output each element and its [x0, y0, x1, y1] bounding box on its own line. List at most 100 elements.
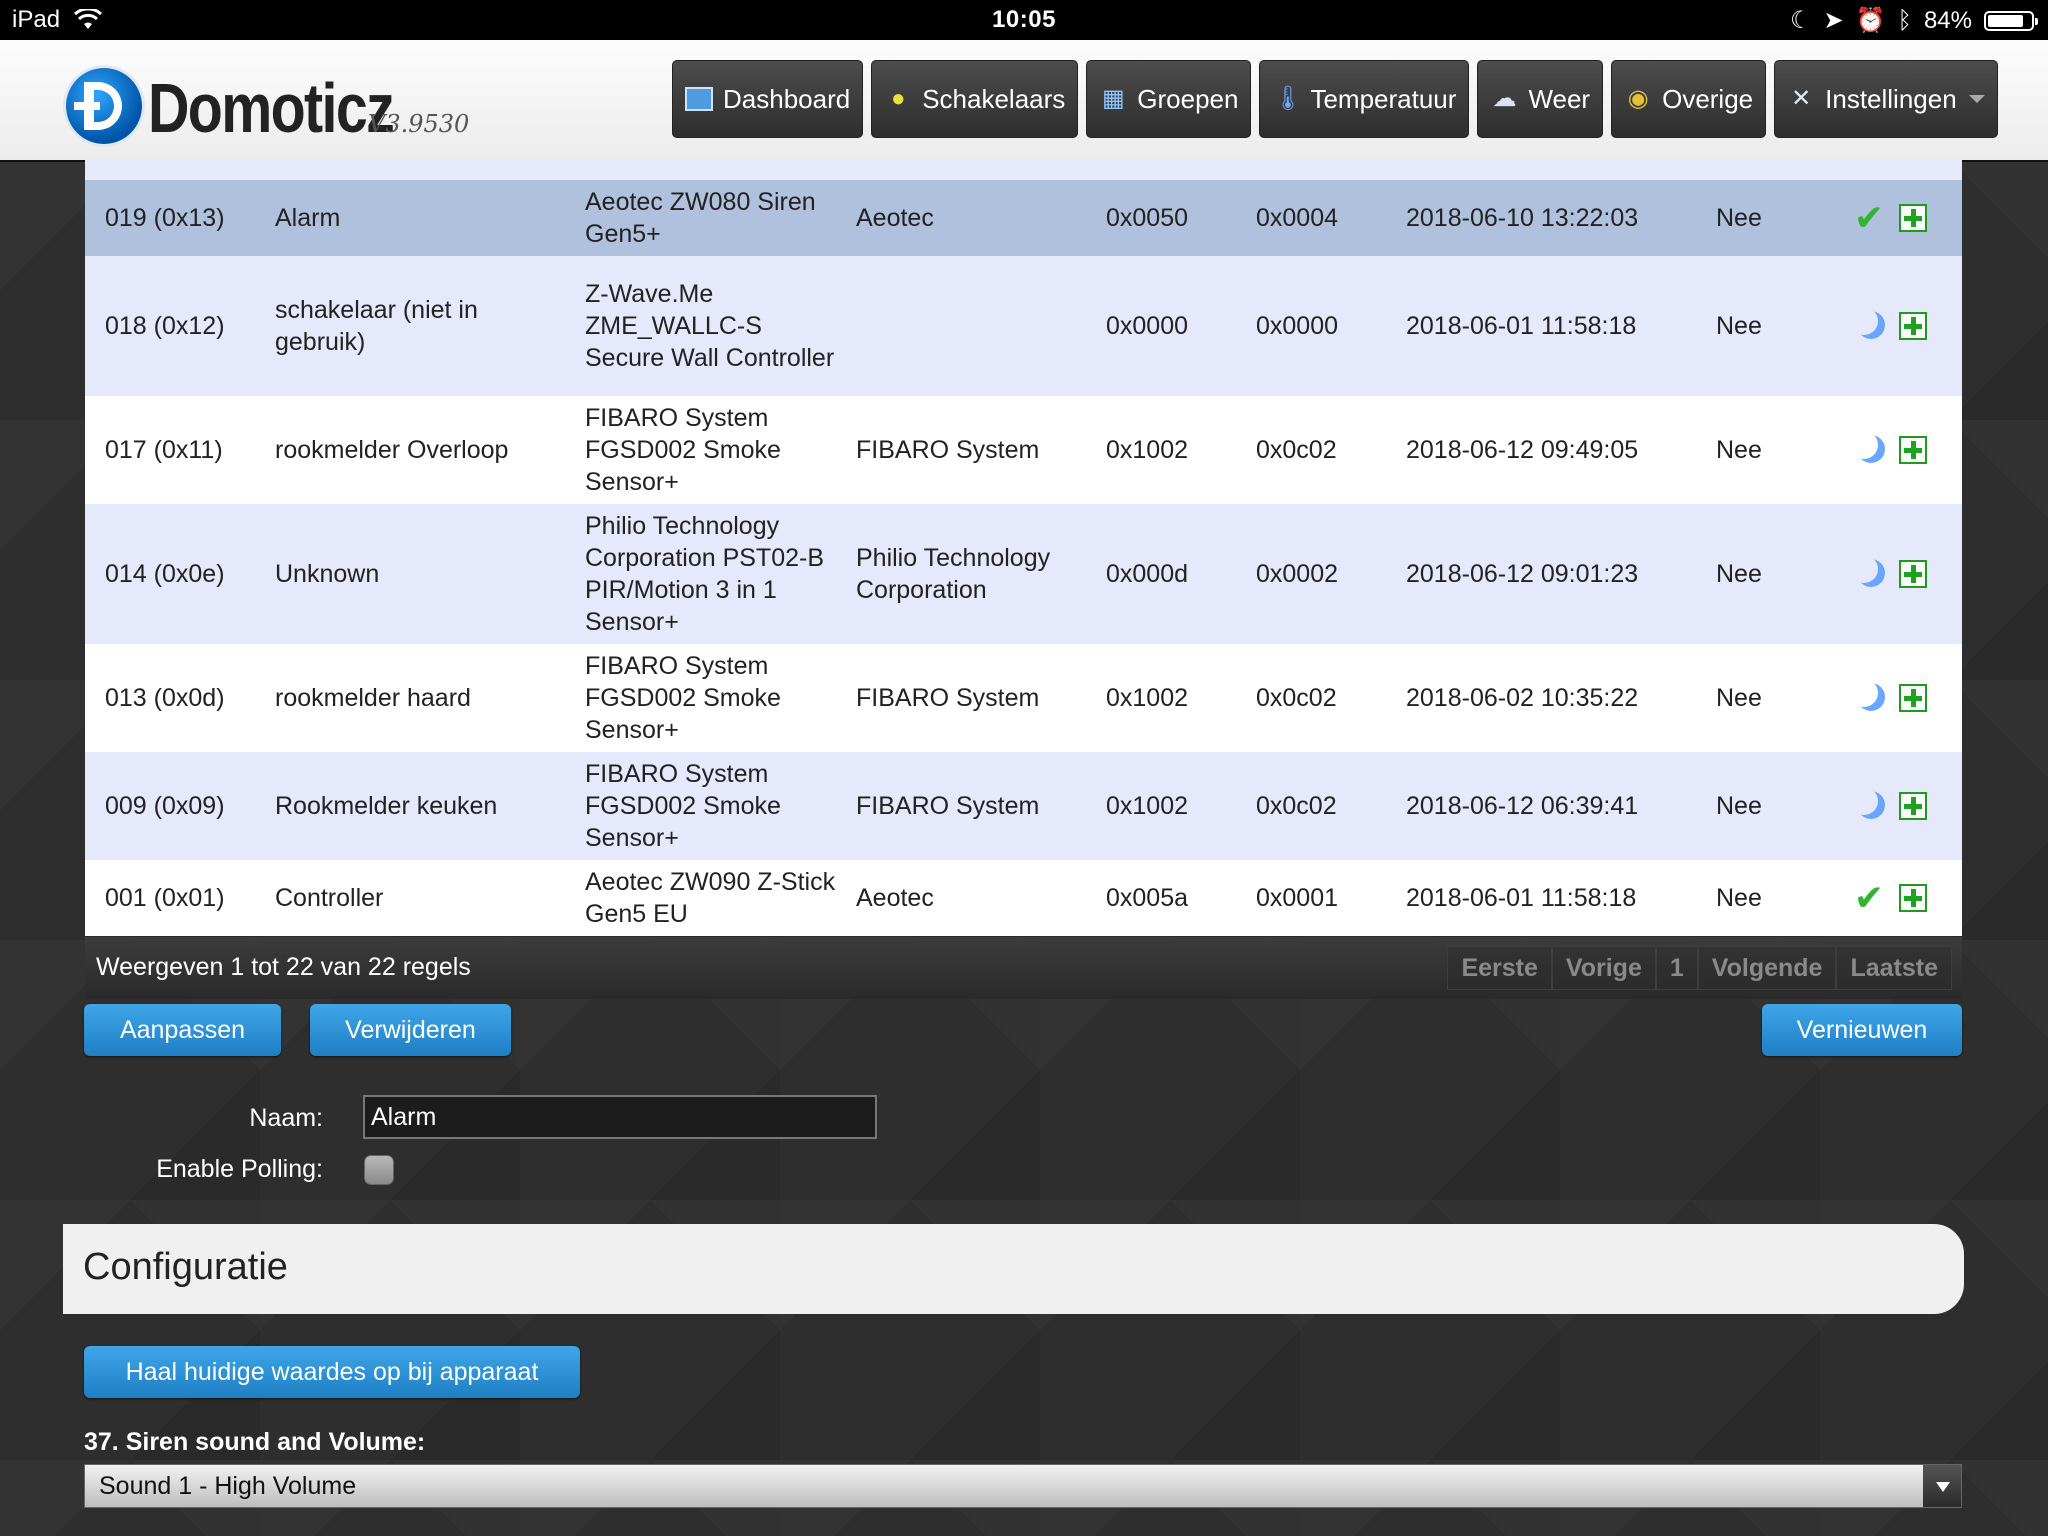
tools-icon: ✕ [1791, 85, 1812, 112]
product-id-cell: 0x000d [1106, 560, 1189, 588]
node-cell: 019 (0x13) [105, 204, 225, 232]
polling-cell: Nee [1716, 312, 1762, 340]
moon-sleep-icon [1850, 787, 1885, 822]
app-header: Domoticz V3.9530 Dashboard ● Schakelaars… [0, 40, 2048, 162]
app-name[interactable]: Domoticz [148, 68, 395, 148]
chevron-down-icon[interactable] [1923, 1465, 1961, 1507]
refresh-button[interactable]: Vernieuwen [1762, 1004, 1962, 1056]
description-cell: Aeotec ZW080 Siren Gen5+ [585, 188, 816, 248]
name-cell: Alarm [275, 204, 341, 232]
pager-next[interactable]: Volgende [1697, 946, 1837, 990]
last-seen-cell: 2018-06-10 13:22:03 [1406, 204, 1639, 232]
clock: 10:05 [992, 6, 1056, 33]
table-row[interactable]: 017 (0x11) rookmelder Overloop FIBARO Syst… [85, 396, 1962, 504]
table-info: Weergeven 1 tot 22 van 22 regels [96, 953, 471, 981]
manufacturer-cell: Aeotec [856, 204, 934, 232]
last-seen-cell: 2018-06-02 10:35:22 [1406, 684, 1639, 712]
polling-checkbox[interactable] [364, 1155, 394, 1185]
add-plus-icon[interactable] [1899, 684, 1927, 712]
fetch-values-button[interactable]: Haal huidige waardes op bij apparaat [84, 1346, 580, 1398]
name-cell: schakelaar (niet in gebruik) [275, 296, 478, 356]
product-type-cell: 0x0c02 [1256, 792, 1337, 820]
battery-fill [1988, 14, 2024, 27]
check-icon: ✔ [1853, 877, 1885, 918]
product-id-cell: 0x005a [1106, 884, 1189, 912]
app-version: V3.9530 [368, 110, 470, 138]
name-cell: Controller [275, 884, 384, 912]
chevron-down-icon [1968, 95, 1985, 103]
config-panel: Configuratie [63, 1224, 1964, 1314]
nav-overige[interactable]: ◉ Overige [1611, 60, 1767, 138]
product-id-cell: 0x0050 [1106, 204, 1189, 232]
product-type-cell: 0x0002 [1256, 560, 1339, 588]
table-row[interactable]: 013 (0x0d) rookmelder haard FIBARO System … [85, 644, 1962, 752]
table-row-partial [85, 160, 1962, 180]
device-table: 019 (0x13) Alarm Aeotec ZW080 Siren Gen5+ A… [85, 160, 1962, 936]
description-cell: Aeotec ZW090 Z-Stick Gen5 EU [585, 868, 836, 928]
description-cell: Z-Wave.Me ZME_WALLC-S Secure Wall Contro… [585, 280, 835, 372]
siren-sound-select[interactable]: Sound 1 - High Volume [84, 1464, 1962, 1508]
param-label: 37. Siren sound and Volume: [84, 1428, 426, 1456]
cloud-rain-icon: ☁ [1492, 85, 1517, 112]
description-cell: Philio Technology Corporation PST02-B PI… [585, 512, 825, 636]
add-plus-icon[interactable] [1899, 312, 1927, 340]
last-seen-cell: 2018-06-12 09:01:23 [1406, 560, 1639, 588]
add-plus-icon[interactable] [1899, 792, 1927, 820]
nav-groepen[interactable]: ▦ Groepen [1086, 60, 1252, 138]
bluetooth-icon: ᛒ [1897, 6, 1912, 34]
description-cell: FIBARO System FGSD002 Smoke Sensor+ [585, 652, 781, 744]
product-type-cell: 0x0001 [1256, 884, 1339, 912]
nav-temperatuur[interactable]: 🌡 Temperatuur [1259, 60, 1470, 138]
name-input[interactable] [363, 1095, 877, 1139]
table-row[interactable]: 001 (0x01) Controller Aeotec ZW090 Z-Stick… [85, 860, 1962, 936]
add-plus-icon[interactable] [1899, 884, 1927, 912]
manufacturer-cell: FIBARO System [856, 684, 1040, 712]
last-seen-cell: 2018-06-01 11:58:18 [1406, 312, 1637, 340]
select-value: Sound 1 - High Volume [99, 1472, 357, 1500]
moon-sleep-icon [1850, 679, 1885, 714]
manufacturer-cell: Aeotec [856, 884, 934, 912]
check-icon: ✔ [1853, 197, 1885, 238]
nav-schakelaars[interactable]: ● Schakelaars [871, 60, 1079, 138]
table-row[interactable]: 018 (0x12) schakelaar (niet in gebruik) Z-… [85, 256, 1962, 396]
polling-cell: Nee [1716, 204, 1762, 232]
delete-button[interactable]: Verwijderen [310, 1004, 511, 1056]
polling-label: Enable Polling: [156, 1155, 323, 1183]
polling-cell: Nee [1716, 560, 1762, 588]
name-cell: Unknown [275, 560, 380, 588]
node-cell: 017 (0x11) [105, 436, 223, 464]
table-row[interactable]: 009 (0x09) Rookmelder keuken FIBARO System… [85, 752, 1962, 860]
name-cell: rookmelder haard [275, 684, 471, 712]
manufacturer-cell: FIBARO System [856, 792, 1040, 820]
polling-cell: Nee [1716, 684, 1762, 712]
nav-instellingen[interactable]: ✕ Instellingen [1774, 60, 1998, 138]
product-type-cell: 0x0000 [1256, 312, 1339, 340]
product-id-cell: 0x1002 [1106, 792, 1189, 820]
last-seen-cell: 2018-06-12 09:49:05 [1406, 436, 1639, 464]
pager-page[interactable]: 1 [1655, 946, 1698, 990]
main-nav: Dashboard ● Schakelaars ▦ Groepen 🌡 Temp… [672, 60, 1998, 138]
table-row[interactable]: 019 (0x13) Alarm Aeotec ZW080 Siren Gen5+ A… [85, 180, 1962, 256]
add-plus-icon[interactable] [1899, 204, 1927, 232]
add-plus-icon[interactable] [1899, 560, 1927, 588]
product-id-cell: 0x1002 [1106, 436, 1189, 464]
edit-button[interactable]: Aanpassen [84, 1004, 281, 1056]
add-plus-icon[interactable] [1899, 436, 1927, 464]
product-id-cell: 0x0000 [1106, 312, 1189, 340]
node-cell: 018 (0x12) [105, 312, 225, 340]
lightbulb-icon: ● [890, 85, 906, 112]
domoticz-logo-icon[interactable] [66, 68, 142, 144]
node-cell: 013 (0x0d) [105, 684, 225, 712]
moon-icon: ☾ [1790, 7, 1812, 34]
pager-last[interactable]: Laatste [1836, 946, 1952, 990]
table-row[interactable]: 014 (0x0e) Unknown Philio Technology Corpo… [85, 504, 1962, 644]
nav-weer[interactable]: ☁ Weer [1477, 60, 1604, 138]
nav-dashboard[interactable]: Dashboard [672, 60, 864, 138]
moon-sleep-icon [1850, 307, 1885, 342]
description-cell: FIBARO System FGSD002 Smoke Sensor+ [585, 760, 781, 852]
product-type-cell: 0x0004 [1256, 204, 1339, 232]
pager-prev[interactable]: Vorige [1551, 946, 1656, 990]
name-cell: rookmelder Overloop [275, 436, 509, 464]
location-icon: ➤ [1823, 7, 1844, 34]
pager-first[interactable]: Eerste [1447, 946, 1552, 990]
